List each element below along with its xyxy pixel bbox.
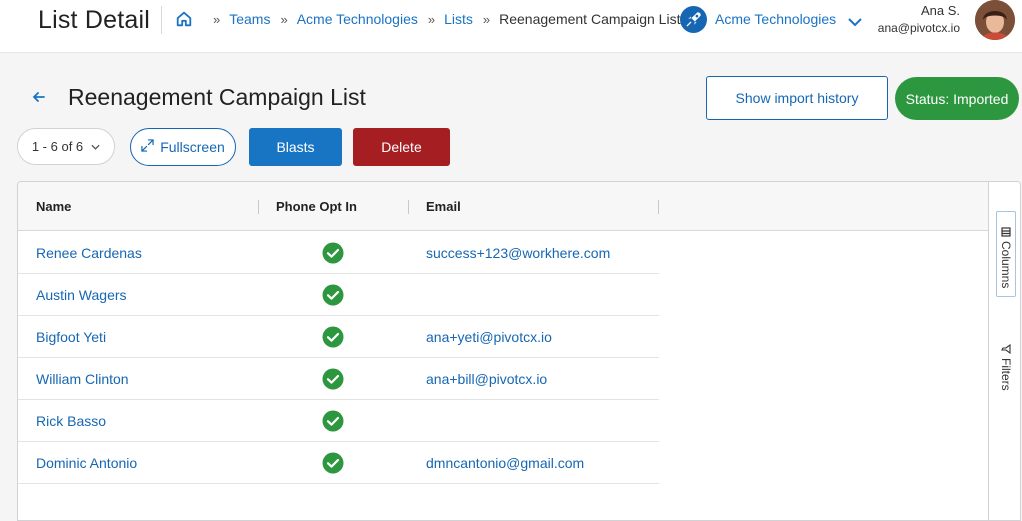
contact-name-link[interactable]: Austin Wagers xyxy=(36,274,127,316)
contact-name-link[interactable]: William Clinton xyxy=(36,358,129,400)
table-row[interactable]: Dominic Antonio dmncantonio@gmail.com xyxy=(18,442,659,484)
check-circle-icon xyxy=(322,452,344,474)
breadcrumb-lists[interactable]: Lists xyxy=(444,11,473,27)
breadcrumb: » Teams » Acme Technologies » Lists » Re… xyxy=(175,9,680,29)
user-email: ana@pivotcx.io xyxy=(877,21,960,35)
pagination-label: 1 - 6 of 6 xyxy=(31,139,84,154)
page-title: List Detail xyxy=(38,6,150,34)
contact-name-link[interactable]: Rick Basso xyxy=(36,400,106,442)
check-circle-icon xyxy=(322,368,344,390)
grid-side-panel: Columns Filters xyxy=(988,182,1020,520)
filters-tab[interactable]: Filters xyxy=(996,342,1016,398)
table-row[interactable]: Renee Cardenas success+123@workhere.com xyxy=(18,232,659,274)
check-circle-icon xyxy=(322,410,344,432)
contact-email-link[interactable]: dmncantonio@gmail.com xyxy=(426,442,584,484)
breadcrumb-separator: » xyxy=(280,11,287,27)
org-name: Acme Technologies xyxy=(715,11,837,27)
user-name: Ana S. xyxy=(920,3,960,18)
chevron-down-icon xyxy=(91,139,100,154)
contact-name-link[interactable]: Dominic Antonio xyxy=(36,442,137,484)
column-resize-handle[interactable] xyxy=(258,200,259,214)
breadcrumb-separator: » xyxy=(482,11,490,27)
title-divider xyxy=(161,6,162,34)
contact-email-link[interactable]: ana+yeti@pivotcx.io xyxy=(426,316,552,358)
column-header-name[interactable]: Name xyxy=(36,182,71,231)
home-icon[interactable] xyxy=(175,10,193,28)
table-row[interactable]: Rick Basso xyxy=(18,400,659,442)
filter-icon xyxy=(999,343,1013,355)
breadcrumb-current: Reenagement Campaign List xyxy=(499,11,681,27)
org-switcher[interactable]: Acme Technologies xyxy=(680,5,862,33)
top-bar: List Detail » Teams » Acme Technologies … xyxy=(0,0,1022,53)
breadcrumb-separator: » xyxy=(427,11,435,27)
contact-email-link[interactable]: ana+bill@pivotcx.io xyxy=(426,358,547,400)
pagination-dropdown[interactable]: 1 - 6 of 6 xyxy=(17,128,115,165)
check-circle-icon xyxy=(322,284,344,306)
rocket-icon xyxy=(680,5,707,33)
breadcrumb-teams[interactable]: Teams xyxy=(229,11,270,27)
fullscreen-label: Fullscreen xyxy=(160,139,225,155)
chevron-down-icon xyxy=(848,14,862,27)
fullscreen-button[interactable]: Fullscreen xyxy=(130,128,236,166)
check-circle-icon xyxy=(322,326,344,348)
table-row[interactable]: Bigfoot Yeti ana+yeti@pivotcx.io xyxy=(18,316,659,358)
back-arrow-icon[interactable] xyxy=(30,88,48,106)
columns-tab-label: Columns xyxy=(999,241,1013,289)
show-import-history-button[interactable]: Show import history xyxy=(706,76,888,120)
contact-name-link[interactable]: Renee Cardenas xyxy=(36,232,142,274)
table-row[interactable]: Austin Wagers xyxy=(18,274,659,316)
expand-icon xyxy=(141,139,154,155)
contacts-grid: Name Phone Opt In Email Renee Cardenas su… xyxy=(17,181,1021,521)
table-row[interactable]: William Clinton ana+bill@pivotcx.io xyxy=(18,358,659,400)
column-header-phone-opt-in[interactable]: Phone Opt In xyxy=(276,182,357,231)
breadcrumb-org[interactable]: Acme Technologies xyxy=(297,11,418,27)
filters-tab-label: Filters xyxy=(999,358,1013,391)
list-title: Reenagement Campaign List xyxy=(68,84,366,110)
check-circle-icon xyxy=(322,242,344,264)
breadcrumb-separator: » xyxy=(213,11,220,27)
column-resize-handle[interactable] xyxy=(658,200,659,214)
status-badge: Status: Imported xyxy=(895,77,1019,120)
column-header-email[interactable]: Email xyxy=(426,182,461,231)
grid-header: Name Phone Opt In Email xyxy=(18,182,989,231)
contact-name-link[interactable]: Bigfoot Yeti xyxy=(36,316,106,358)
columns-icon xyxy=(999,227,1013,237)
delete-button[interactable]: Delete xyxy=(353,128,450,166)
contact-email-link[interactable]: success+123@workhere.com xyxy=(426,232,610,274)
avatar[interactable] xyxy=(975,0,1015,40)
columns-tab[interactable]: Columns xyxy=(996,211,1016,297)
blasts-button[interactable]: Blasts xyxy=(249,128,342,166)
column-resize-handle[interactable] xyxy=(408,200,409,214)
